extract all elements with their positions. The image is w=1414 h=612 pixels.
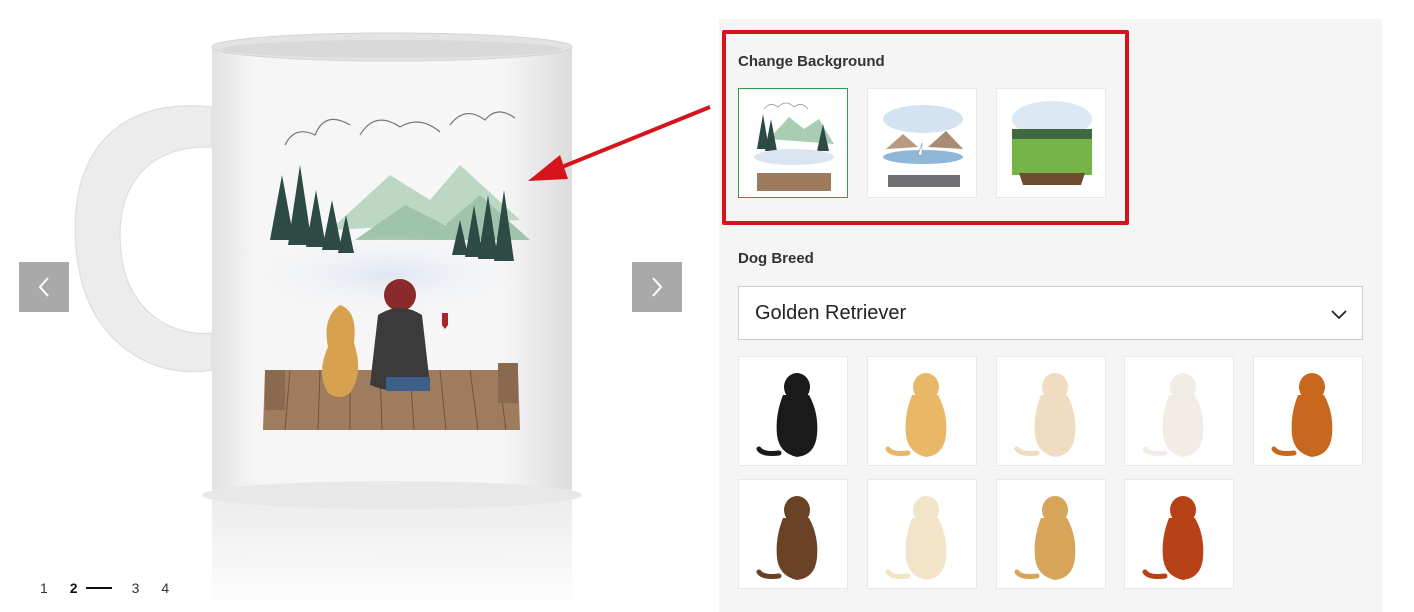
- dog-color-option-2[interactable]: [867, 356, 977, 466]
- seated-dog-icon: [1142, 496, 1204, 580]
- dog-color-option-8[interactable]: [996, 479, 1106, 589]
- dog-breed-label: Dog Breed: [738, 250, 814, 267]
- dog-color-option-1[interactable]: [738, 356, 848, 466]
- page-4-link[interactable]: 4: [161, 580, 169, 596]
- seated-dog-icon: [1014, 373, 1076, 457]
- dog-color-option-7[interactable]: [867, 479, 977, 589]
- mug-product-image: [60, 25, 600, 612]
- mug-illustration: [74, 32, 582, 612]
- page-3-link[interactable]: 3: [132, 580, 140, 596]
- page-1-link[interactable]: 1: [40, 580, 48, 596]
- dog-color-option-6[interactable]: [738, 479, 848, 589]
- seated-dog-icon: [1142, 373, 1204, 457]
- gallery-pagination: 1 2 3 4: [40, 578, 191, 598]
- seated-dog-icon: [885, 373, 947, 457]
- seated-dog-icon: [885, 496, 947, 580]
- chevron-down-icon: [1331, 310, 1347, 320]
- dog-color-option-5[interactable]: [1253, 356, 1363, 466]
- dog-breed-select[interactable]: Golden Retriever: [738, 286, 1363, 340]
- dog-breed-selected-value: Golden Retriever: [755, 301, 907, 324]
- gallery-next-button[interactable]: [632, 262, 682, 312]
- dog-color-option-3[interactable]: [996, 356, 1106, 466]
- gallery-prev-button[interactable]: [19, 262, 69, 312]
- active-page-indicator: [85, 587, 112, 589]
- chevron-right-icon: [652, 277, 663, 297]
- seated-dog-icon: [1014, 496, 1076, 580]
- dog-color-option-9[interactable]: [1124, 479, 1234, 589]
- annotation-arrow: [528, 105, 711, 181]
- seated-dog-icon: [756, 496, 818, 580]
- page-2-link[interactable]: 2: [70, 580, 78, 596]
- seated-dog-icon: [1271, 373, 1333, 457]
- chevron-left-icon: [38, 277, 49, 297]
- change-background-highlight: [722, 30, 1129, 225]
- dog-color-option-4[interactable]: [1124, 356, 1234, 466]
- seated-dog-icon: [756, 373, 818, 457]
